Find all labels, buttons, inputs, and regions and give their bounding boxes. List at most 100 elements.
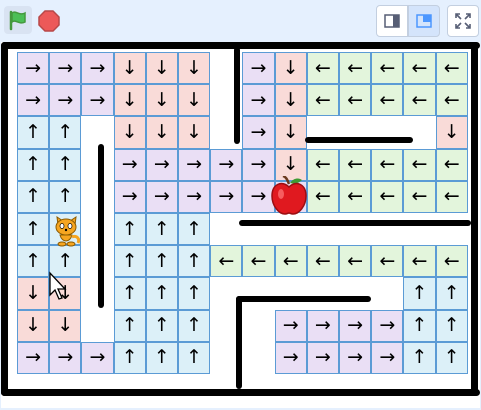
up-arrow-cell: ↑ bbox=[178, 309, 211, 342]
right-arrow-cell: → bbox=[274, 341, 307, 374]
right-arrow-cell: → bbox=[113, 148, 146, 181]
left-arrow-cell: ← bbox=[210, 245, 243, 278]
left-arrow-cell: ← bbox=[403, 180, 436, 213]
right-arrow-cell: → bbox=[242, 52, 275, 85]
right-arrow-cell: → bbox=[49, 84, 82, 117]
right-arrow-cell: → bbox=[145, 180, 178, 213]
normal-stage-icon bbox=[416, 14, 432, 28]
left-arrow-cell: ← bbox=[242, 245, 275, 278]
right-arrow-cell: → bbox=[81, 52, 114, 85]
up-arrow-cell: ↑ bbox=[49, 180, 82, 213]
green-flag-icon bbox=[9, 10, 26, 31]
maze-wall bbox=[471, 42, 478, 396]
right-arrow-cell: → bbox=[242, 84, 275, 117]
down-arrow-cell: ↓ bbox=[145, 116, 178, 149]
left-arrow-cell: ← bbox=[339, 52, 372, 85]
left-arrow-cell: ← bbox=[306, 148, 339, 181]
down-arrow-cell: ↓ bbox=[178, 52, 211, 85]
stop-button[interactable] bbox=[38, 10, 60, 32]
left-arrow-cell: ← bbox=[435, 180, 468, 213]
right-arrow-cell: → bbox=[178, 180, 211, 213]
up-arrow-cell: ↑ bbox=[435, 277, 468, 310]
small-stage-button[interactable] bbox=[376, 5, 408, 37]
maze-wall bbox=[239, 220, 471, 226]
right-arrow-cell: → bbox=[210, 148, 243, 181]
up-arrow-cell: ↑ bbox=[178, 341, 211, 374]
down-arrow-cell: ↓ bbox=[274, 52, 307, 85]
right-arrow-cell: → bbox=[17, 341, 50, 374]
left-arrow-cell: ← bbox=[403, 245, 436, 278]
green-flag-button[interactable] bbox=[4, 6, 32, 34]
up-arrow-cell: ↑ bbox=[178, 277, 211, 310]
up-arrow-cell: ↑ bbox=[17, 148, 50, 181]
right-arrow-cell: → bbox=[49, 52, 82, 85]
left-arrow-cell: ← bbox=[403, 148, 436, 181]
up-arrow-cell: ↑ bbox=[145, 245, 178, 278]
left-arrow-cell: ← bbox=[339, 148, 372, 181]
maze-wall bbox=[236, 296, 242, 389]
down-arrow-cell: ↓ bbox=[435, 116, 468, 149]
down-arrow-cell: ↓ bbox=[274, 116, 307, 149]
right-arrow-cell: → bbox=[274, 309, 307, 342]
maze-wall bbox=[236, 296, 371, 302]
left-arrow-cell: ← bbox=[371, 180, 404, 213]
left-arrow-cell: ← bbox=[306, 52, 339, 85]
left-arrow-cell: ← bbox=[371, 245, 404, 278]
up-arrow-cell: ↑ bbox=[403, 341, 436, 374]
up-arrow-cell: ↑ bbox=[145, 277, 178, 310]
up-arrow-cell: ↑ bbox=[17, 116, 50, 149]
up-arrow-cell: ↑ bbox=[113, 341, 146, 374]
down-arrow-cell: ↓ bbox=[113, 116, 146, 149]
right-arrow-cell: → bbox=[339, 309, 372, 342]
up-arrow-cell: ↑ bbox=[113, 309, 146, 342]
left-arrow-cell: ← bbox=[403, 84, 436, 117]
up-arrow-cell: ↑ bbox=[403, 309, 436, 342]
left-arrow-cell: ← bbox=[435, 245, 468, 278]
right-arrow-cell: → bbox=[17, 84, 50, 117]
right-arrow-cell: → bbox=[17, 52, 50, 85]
right-arrow-cell: → bbox=[113, 180, 146, 213]
left-arrow-cell: ← bbox=[339, 84, 372, 117]
up-arrow-cell: ↑ bbox=[145, 213, 178, 246]
down-arrow-cell: ↓ bbox=[145, 52, 178, 85]
up-arrow-cell: ↑ bbox=[435, 341, 468, 374]
stop-sign-icon bbox=[38, 10, 60, 32]
up-arrow-cell: ↑ bbox=[49, 148, 82, 181]
right-arrow-cell: → bbox=[81, 341, 114, 374]
small-stage-icon bbox=[384, 14, 400, 28]
up-arrow-cell: ↑ bbox=[403, 277, 436, 310]
right-arrow-cell: → bbox=[178, 148, 211, 181]
fullscreen-icon bbox=[455, 13, 471, 29]
right-arrow-cell: → bbox=[242, 116, 275, 149]
fullscreen-button[interactable] bbox=[447, 5, 479, 37]
up-arrow-cell: ↑ bbox=[178, 245, 211, 278]
up-arrow-cell: ↑ bbox=[113, 245, 146, 278]
down-arrow-cell: ↓ bbox=[17, 277, 50, 310]
down-arrow-cell: ↓ bbox=[17, 309, 50, 342]
left-arrow-cell: ← bbox=[371, 84, 404, 117]
right-arrow-cell: → bbox=[339, 341, 372, 374]
left-arrow-cell: ← bbox=[435, 84, 468, 117]
cat-sprite-icon[interactable] bbox=[52, 215, 82, 247]
apple-icon bbox=[271, 176, 307, 215]
left-arrow-cell: ← bbox=[339, 245, 372, 278]
maze-wall bbox=[1, 389, 480, 396]
right-arrow-cell: → bbox=[49, 341, 82, 374]
maze-wall bbox=[1, 42, 480, 49]
left-arrow-cell: ← bbox=[435, 148, 468, 181]
mouse-cursor-icon bbox=[49, 271, 67, 300]
up-arrow-cell: ↑ bbox=[435, 309, 468, 342]
right-arrow-cell: → bbox=[371, 309, 404, 342]
left-arrow-cell: ← bbox=[306, 84, 339, 117]
up-arrow-cell: ↑ bbox=[145, 341, 178, 374]
up-arrow-cell: ↑ bbox=[178, 213, 211, 246]
left-arrow-cell: ← bbox=[339, 180, 372, 213]
normal-stage-button[interactable] bbox=[408, 5, 440, 37]
stage-header bbox=[0, 0, 481, 42]
up-arrow-cell: ↑ bbox=[17, 180, 50, 213]
left-arrow-cell: ← bbox=[371, 52, 404, 85]
down-arrow-cell: ↓ bbox=[49, 309, 82, 342]
stage-canvas[interactable]: → → → ↓ ↓ ↓ → ↓ ← ← ← ← ← → → → ↓ ↓ ↓ → ↓ ← ← ← ← ← ↑ ↑ ↓ ↓ ↓ → ↓ ↓ ↑ ↑ → → → →… bbox=[1, 42, 480, 408]
right-arrow-cell: → bbox=[371, 341, 404, 374]
maze-wall bbox=[98, 144, 104, 308]
